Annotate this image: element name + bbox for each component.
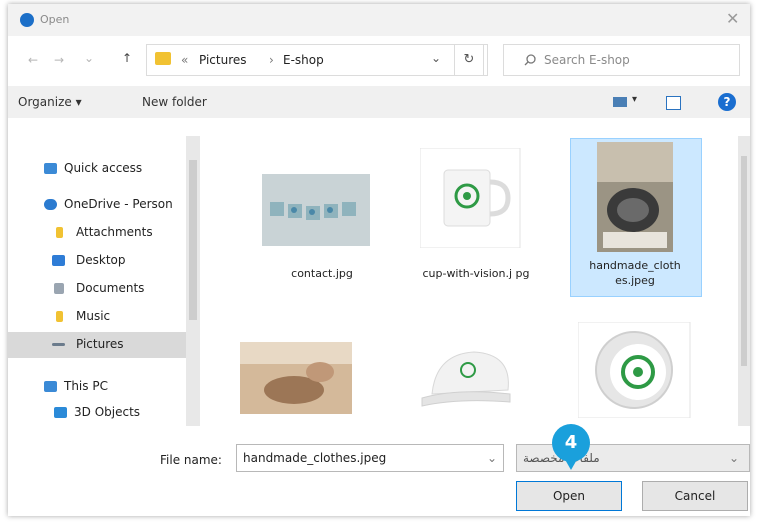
- file-name: handmade_cloth es.jpeg: [589, 259, 681, 287]
- sidebar-item-onedrive[interactable]: OneDrive - Person: [8, 192, 188, 218]
- sidebar-item-label: This PC: [64, 379, 108, 393]
- sidebar-item-label: Attachments: [76, 225, 153, 239]
- up-arrow-icon[interactable]: ↑: [122, 51, 132, 65]
- badge-thumbnail: [578, 322, 691, 418]
- preview-pane-icon[interactable]: [666, 96, 681, 110]
- cloud-icon: [44, 199, 57, 210]
- sidebar-item-label: Music: [76, 309, 111, 323]
- sidebar-item-attachments[interactable]: Attachments: [8, 220, 188, 246]
- refresh-button[interactable]: ↻: [454, 44, 484, 76]
- handmade-clothes-thumbnail: [597, 142, 673, 252]
- sidebar-item-label: 3D Objects: [74, 405, 141, 419]
- file-type-filter[interactable]: ملفات مخصصة ⌄: [516, 444, 750, 472]
- sidebar-item-desktop[interactable]: Desktop: [8, 248, 188, 274]
- pictures-icon: [52, 343, 65, 346]
- new-folder-button[interactable]: New folder: [142, 95, 207, 109]
- sidebar-item-label: Desktop: [76, 253, 126, 267]
- music-folder-icon: [56, 311, 63, 322]
- app-icon: [20, 13, 34, 27]
- breadcrumb-overflow[interactable]: «: [181, 53, 188, 67]
- title-bar: Open ✕: [8, 4, 750, 36]
- cup-thumbnail: [420, 148, 521, 248]
- 3d-objects-icon: [54, 407, 67, 418]
- file-type-dropdown-icon[interactable]: ⌄: [729, 451, 739, 465]
- forward-arrow-icon[interactable]: →: [54, 53, 64, 67]
- breadcrumb-e-shop[interactable]: E-shop: [283, 53, 324, 67]
- view-options-icon[interactable]: [613, 97, 627, 107]
- sidebar-scrollbar-thumb[interactable]: [189, 160, 197, 320]
- help-icon[interactable]: ?: [718, 93, 736, 111]
- sidebar-item-pictures[interactable]: Pictures: [8, 332, 188, 358]
- computer-icon: [44, 381, 57, 392]
- sidebar-item-quick-access[interactable]: Quick access: [8, 156, 188, 182]
- file-area-scrollbar-thumb[interactable]: [741, 156, 747, 366]
- file-name-label: File name:: [160, 453, 222, 467]
- file-name-dropdown-icon[interactable]: ⌄: [487, 451, 497, 465]
- photo-thumbnail: [240, 342, 352, 414]
- breadcrumb-pictures[interactable]: Pictures: [199, 53, 247, 67]
- desktop-icon: [52, 255, 65, 266]
- contact-thumbnail: [262, 174, 370, 246]
- file-name-input[interactable]: handmade_clothes.jpeg ⌄: [236, 444, 504, 472]
- command-toolbar: Organize ▾ New folder ▾ ?: [8, 86, 750, 118]
- help-glyph: ?: [723, 95, 731, 109]
- sidebar-item-3d-objects[interactable]: 3D Objects: [8, 400, 188, 426]
- window-title: Open: [40, 13, 70, 26]
- sidebar-item-label: Pictures: [76, 337, 124, 351]
- folder-icon: [56, 227, 63, 238]
- folder-icon: [155, 52, 171, 65]
- star-icon: [44, 163, 57, 174]
- close-icon[interactable]: ✕: [726, 9, 739, 28]
- file-area-scrollbar[interactable]: [738, 136, 750, 426]
- recent-locations-icon[interactable]: ⌄: [84, 51, 94, 65]
- step-marker: 4: [552, 424, 590, 462]
- breadcrumb-separator: ›: [269, 53, 274, 67]
- refresh-icon: ↻: [463, 52, 475, 67]
- cap-thumbnail: [418, 340, 522, 416]
- open-button[interactable]: Open: [516, 481, 622, 511]
- navigation-pane: Quick access OneDrive - Person Attachmen…: [8, 136, 203, 426]
- sidebar-item-music[interactable]: Music: [8, 304, 188, 330]
- sidebar-item-this-pc[interactable]: This PC: [8, 374, 188, 400]
- search-placeholder: Search E-shop: [544, 53, 630, 67]
- cancel-button[interactable]: Cancel: [642, 481, 748, 511]
- sidebar-item-label: Quick access: [64, 161, 143, 175]
- file-name-value: handmade_clothes.jpeg: [243, 451, 387, 465]
- back-arrow-icon[interactable]: ←: [28, 53, 38, 67]
- search-icon: [524, 54, 536, 66]
- sidebar-item-label: OneDrive - Person: [64, 197, 173, 211]
- address-dropdown-icon[interactable]: ⌄: [431, 51, 441, 65]
- file-name: contact.jpg: [291, 267, 353, 280]
- search-box[interactable]: Search E-shop: [503, 44, 740, 76]
- sidebar-item-documents[interactable]: Documents: [8, 276, 188, 302]
- file-name: cup-with-vision.j pg: [422, 267, 530, 280]
- address-bar[interactable]: « Pictures › E-shop ⌄: [146, 44, 488, 76]
- sidebar-scrollbar[interactable]: [186, 136, 200, 426]
- open-file-dialog: Open ✕ ← → ⌄ ↑ « Pictures › E-shop ⌄ ↻ S…: [8, 4, 750, 516]
- organize-button[interactable]: Organize ▾: [18, 95, 82, 109]
- sidebar-item-label: Documents: [76, 281, 145, 295]
- documents-icon: [54, 283, 64, 294]
- view-dropdown-icon[interactable]: ▾: [632, 94, 637, 105]
